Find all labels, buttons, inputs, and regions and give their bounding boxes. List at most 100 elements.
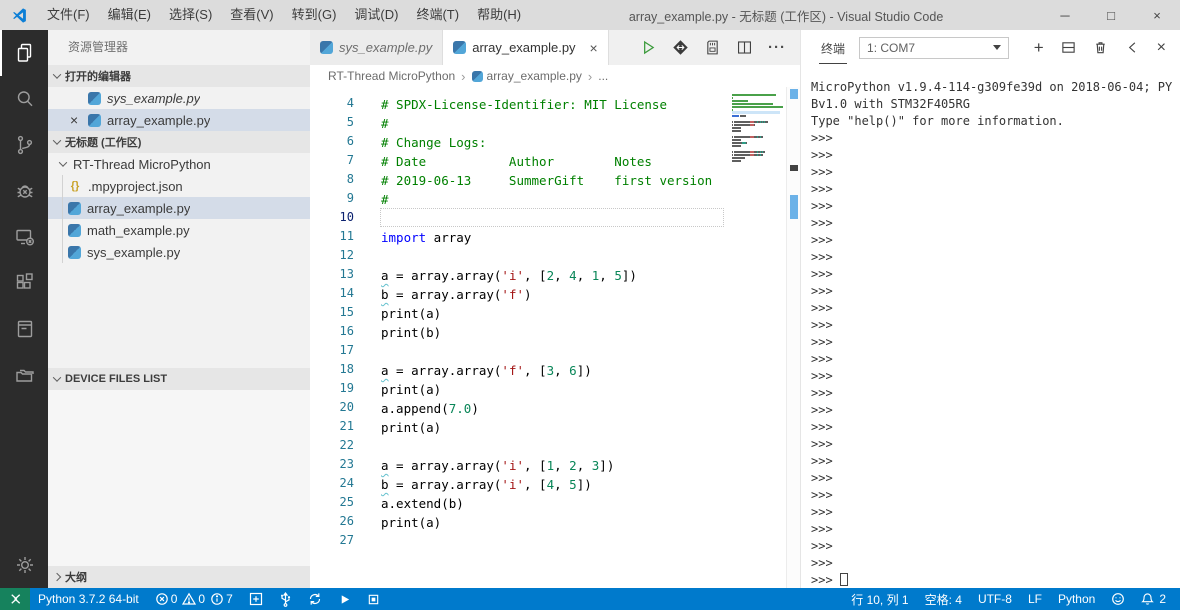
code-text: print(a) [380,303,724,322]
terminal-instance-select[interactable]: 1: COM7 [859,36,1010,59]
code-line: 18 a = array.array('f', [3, 6]) [310,360,730,379]
tab-terminal[interactable]: 终端 [819,31,848,64]
overview-ruler[interactable] [786,87,800,588]
breadcrumb-file[interactable]: array_example.py [471,69,582,83]
code-token: 2 [569,458,577,473]
activitybar-source-control[interactable] [0,122,48,168]
terminal-output[interactable]: MicroPython v1.9.4-114-g309fe39d on 2018… [801,65,1180,588]
breadcrumb-folder[interactable]: RT-Thread MicroPython [328,69,455,83]
line-number: 11 [339,229,354,243]
cursor-position[interactable]: 行 10, 列 1 [843,588,916,610]
file-label: array_example.py [87,200,191,216]
notifications-button[interactable]: 2 [1133,588,1174,610]
extensions-icon [16,273,33,289]
terminal-prompt-line: >>> [811,488,833,502]
run-button[interactable] [330,588,359,610]
close-icon[interactable]: × [70,112,88,128]
title-bar: 文件(F) 编辑(E) 选择(S) 查看(V) 转到(G) 调试(D) 终端(T) 帮助(H)… [0,0,1180,30]
sync-button[interactable] [300,588,330,610]
menu-item[interactable]: 终端(T) [407,0,468,30]
python-icon [453,41,467,54]
section-device-files[interactable]: DEVICE FILES LIST [48,368,310,390]
tab-array_example.py[interactable]: array_example.py × [443,30,609,65]
code-line: 19 print(a) [310,379,730,398]
line-number: 21 [339,419,354,433]
tree-item[interactable]: {} .mpyproject.json [48,175,310,197]
more-actions-icon[interactable]: ··· [768,39,786,56]
remote-indicator[interactable] [0,588,30,610]
window-controls: ─ □ × [1042,0,1180,30]
download-to-device-icon[interactable] [672,39,689,56]
activitybar-explorer[interactable] [0,30,48,76]
python-interpreter[interactable]: Python 3.7.2 64-bit [30,588,147,610]
kill-terminal-icon[interactable] [1093,40,1108,55]
open-editor-item[interactable]: sys_example.py [48,87,310,109]
section-workspace[interactable]: 无标题 (工作区) [48,131,310,153]
code-line: 14 b = array.array('f') [310,284,730,303]
indentation[interactable]: 空格: 4 [917,588,970,610]
line-number: 22 [339,438,354,452]
activitybar-extensions[interactable] [0,260,48,306]
activitybar-settings[interactable] [0,542,48,588]
maximize-button[interactable]: □ [1088,0,1134,30]
language-mode[interactable]: Python [1050,588,1103,610]
run-file-icon[interactable] [640,39,657,56]
usb-device-button[interactable] [271,588,300,610]
code-editor[interactable]: 4 # SPDX-License-Identifier: MIT License 5… [310,87,800,588]
activitybar-remote-device[interactable] [0,214,48,260]
activitybar-debug[interactable] [0,168,48,214]
minimize-button[interactable]: ─ [1042,0,1088,30]
menu-item[interactable]: 编辑(E) [99,0,160,30]
code-token: a [381,363,389,378]
code-line: 26 print(a) [310,512,730,531]
menu-item[interactable]: 选择(S) [160,0,221,30]
add-project-button[interactable] [241,588,271,610]
chevron-down-icon [52,373,62,382]
menu-item[interactable]: 查看(V) [221,0,282,30]
activitybar-notebook[interactable] [0,306,48,352]
menu-item[interactable]: 转到(G) [283,0,346,30]
open-editors-list: sys_example.py × array_example.py [48,87,310,131]
close-panel-icon[interactable]: × [1157,39,1166,56]
close-icon[interactable]: × [590,40,598,56]
collapse-panel-icon[interactable] [1125,40,1140,55]
tree-item[interactable]: array_example.py [48,197,310,219]
new-terminal-icon[interactable]: + [1034,39,1044,56]
activitybar-folders[interactable] [0,352,48,398]
split-editor-icon[interactable] [736,39,753,56]
code-token: ]) [621,268,637,283]
tab-sys_example.py[interactable]: sys_example.py [310,30,444,65]
memory-card-icon[interactable] [704,39,721,56]
tree-item[interactable]: sys_example.py [48,241,310,263]
terminal-line: Type "help()" for more information. [811,114,1064,128]
stop-button[interactable] [359,588,388,610]
code-token: = array.array( [388,458,502,473]
code-token: print(a) [381,382,442,397]
breadcrumb-symbol[interactable]: ... [598,69,608,83]
feedback-button[interactable] [1103,588,1133,610]
split-terminal-icon[interactable] [1061,40,1076,55]
encoding[interactable]: UTF-8 [970,588,1020,610]
code-line: 24 b = array.array('i', [4, 5]) [310,474,730,493]
menu-item[interactable]: 帮助(H) [468,0,530,30]
section-open-editors[interactable]: 打开的编辑器 [48,65,310,87]
close-button[interactable]: × [1134,0,1180,30]
ruler-mark [790,195,798,219]
eol-selector[interactable]: LF [1020,588,1050,610]
code-line: 10 [310,208,730,227]
code-text: # 2019-06-13 SummerGift first version [380,170,724,189]
tree-item[interactable]: math_example.py [48,219,310,241]
minimap[interactable] [732,93,783,165]
code-token: a.extend(b) [381,496,464,511]
menu-item[interactable]: 文件(F) [38,0,99,30]
activitybar-search[interactable] [0,76,48,122]
minimap-seg [760,153,763,156]
open-editor-item[interactable]: × array_example.py [48,109,310,131]
menu-item[interactable]: 调试(D) [345,0,407,30]
problems-indicator[interactable]: 0 0 7 [147,588,241,610]
sidebar-title: 资源管理器 [68,40,129,54]
section-outline[interactable]: 大纲 [48,566,310,588]
smiley-icon [1112,593,1125,605]
tree-folder[interactable]: RT-Thread MicroPython [48,153,310,175]
